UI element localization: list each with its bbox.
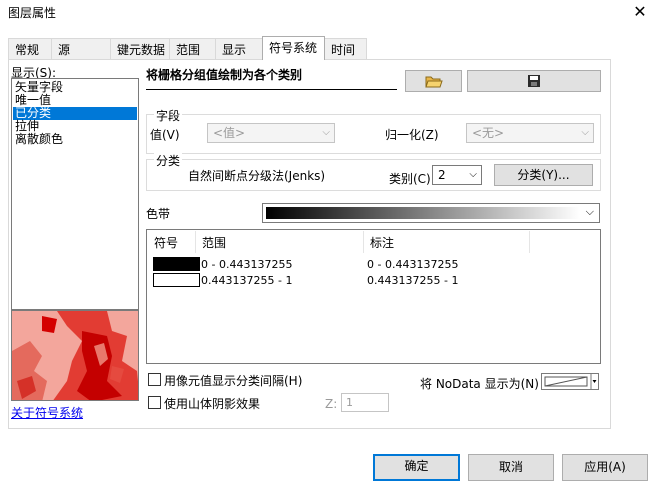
nodata-label: 将 NoData 显示为(N) xyxy=(420,377,539,391)
value-label: 值(V) xyxy=(150,128,180,142)
cancel-button[interactable]: 取消 xyxy=(468,454,554,481)
no-color-swatch-icon xyxy=(544,374,597,389)
chevron-down-icon: ⌵ xyxy=(585,205,594,218)
value-select[interactable]: <值> ⌵ xyxy=(207,123,335,143)
value-select-text: <值> xyxy=(213,126,246,140)
hillshade-label: 使用山体阴影效果 xyxy=(164,397,261,411)
classification-group-label: 分类 xyxy=(154,152,183,169)
classes-select[interactable]: 2 ⌵ xyxy=(432,165,482,185)
normalize-select[interactable]: <无> ⌵ xyxy=(466,123,594,143)
z-factor-label: Z: xyxy=(325,397,338,411)
class-symbol-swatch[interactable] xyxy=(153,257,200,271)
color-ramp-label: 色带 xyxy=(146,207,171,221)
tab-time[interactable]: 时间 xyxy=(324,38,367,59)
class-range[interactable]: 0 - 0.443137255 xyxy=(201,258,292,271)
save-button[interactable] xyxy=(467,70,601,92)
fields-group-label: 字段 xyxy=(154,107,183,124)
column-divider xyxy=(529,231,530,253)
tab-extent[interactable]: 范围 xyxy=(169,38,216,59)
chevron-down-icon: ⌵ xyxy=(581,127,589,138)
color-ramp-select[interactable]: ⌵ xyxy=(262,203,600,223)
renderer-list[interactable]: 矢量字段 唯一值 已分类 拉伸 离散颜色 xyxy=(11,78,139,310)
classify-button[interactable]: 分类(Y)... xyxy=(494,164,593,186)
column-header-label[interactable]: 标注 xyxy=(370,234,394,251)
ok-button[interactable]: 确定 xyxy=(373,454,460,481)
show-class-breaks-checkbox[interactable] xyxy=(148,373,161,386)
class-symbol-swatch[interactable] xyxy=(153,273,200,287)
tab-symbology[interactable]: 符号系统 xyxy=(262,36,325,60)
open-button[interactable] xyxy=(405,70,462,92)
apply-button[interactable]: 应用(A) xyxy=(562,454,648,481)
z-factor-input[interactable]: 1 xyxy=(341,393,389,412)
show-class-breaks-label: 用像元值显示分类间隔(H) xyxy=(164,374,303,388)
tab-key-metadata[interactable]: 键元数据 xyxy=(110,38,170,59)
nodata-color-picker[interactable] xyxy=(541,373,599,390)
save-icon xyxy=(528,75,540,87)
class-label[interactable]: 0.443137255 - 1 xyxy=(367,274,458,287)
renderer-heading: 将栅格分组值绘制为各个类别 xyxy=(146,68,397,90)
normalize-label: 归一化(Z) xyxy=(385,128,439,142)
tab-general[interactable]: 常规 xyxy=(8,38,52,59)
classes-label: 类别(C) xyxy=(389,172,431,186)
normalize-select-text: <无> xyxy=(472,126,505,140)
class-table[interactable]: 符号 范围 标注 0 - 0.443137255 0 - 0.443137255… xyxy=(146,229,601,364)
classes-select-text: 2 xyxy=(438,168,446,182)
column-header-symbol[interactable]: 符号 xyxy=(154,234,178,251)
column-header-range[interactable]: 范围 xyxy=(202,234,226,251)
classification-method: 自然间断点分级法(Jenks) xyxy=(188,169,326,183)
list-item-discrete-color[interactable]: 离散颜色 xyxy=(13,133,137,146)
renderer-preview-image xyxy=(11,310,139,401)
chevron-down-icon: ⌵ xyxy=(322,127,330,138)
tab-source[interactable]: 源 xyxy=(51,38,111,59)
folder-open-icon xyxy=(424,76,443,88)
about-symbology-link[interactable]: 关于符号系统 xyxy=(11,404,83,421)
column-divider xyxy=(195,231,196,253)
class-range[interactable]: 0.443137255 - 1 xyxy=(201,274,292,287)
class-label[interactable]: 0 - 0.443137255 xyxy=(367,258,458,271)
tab-display[interactable]: 显示 xyxy=(215,38,265,59)
hillshade-checkbox[interactable] xyxy=(148,396,161,409)
chevron-down-icon: ⌵ xyxy=(469,169,477,180)
window-title: 图层属性 xyxy=(8,6,57,20)
column-divider xyxy=(363,231,364,253)
color-ramp-gradient xyxy=(266,207,580,219)
close-button[interactable]: ✕ xyxy=(628,0,652,24)
